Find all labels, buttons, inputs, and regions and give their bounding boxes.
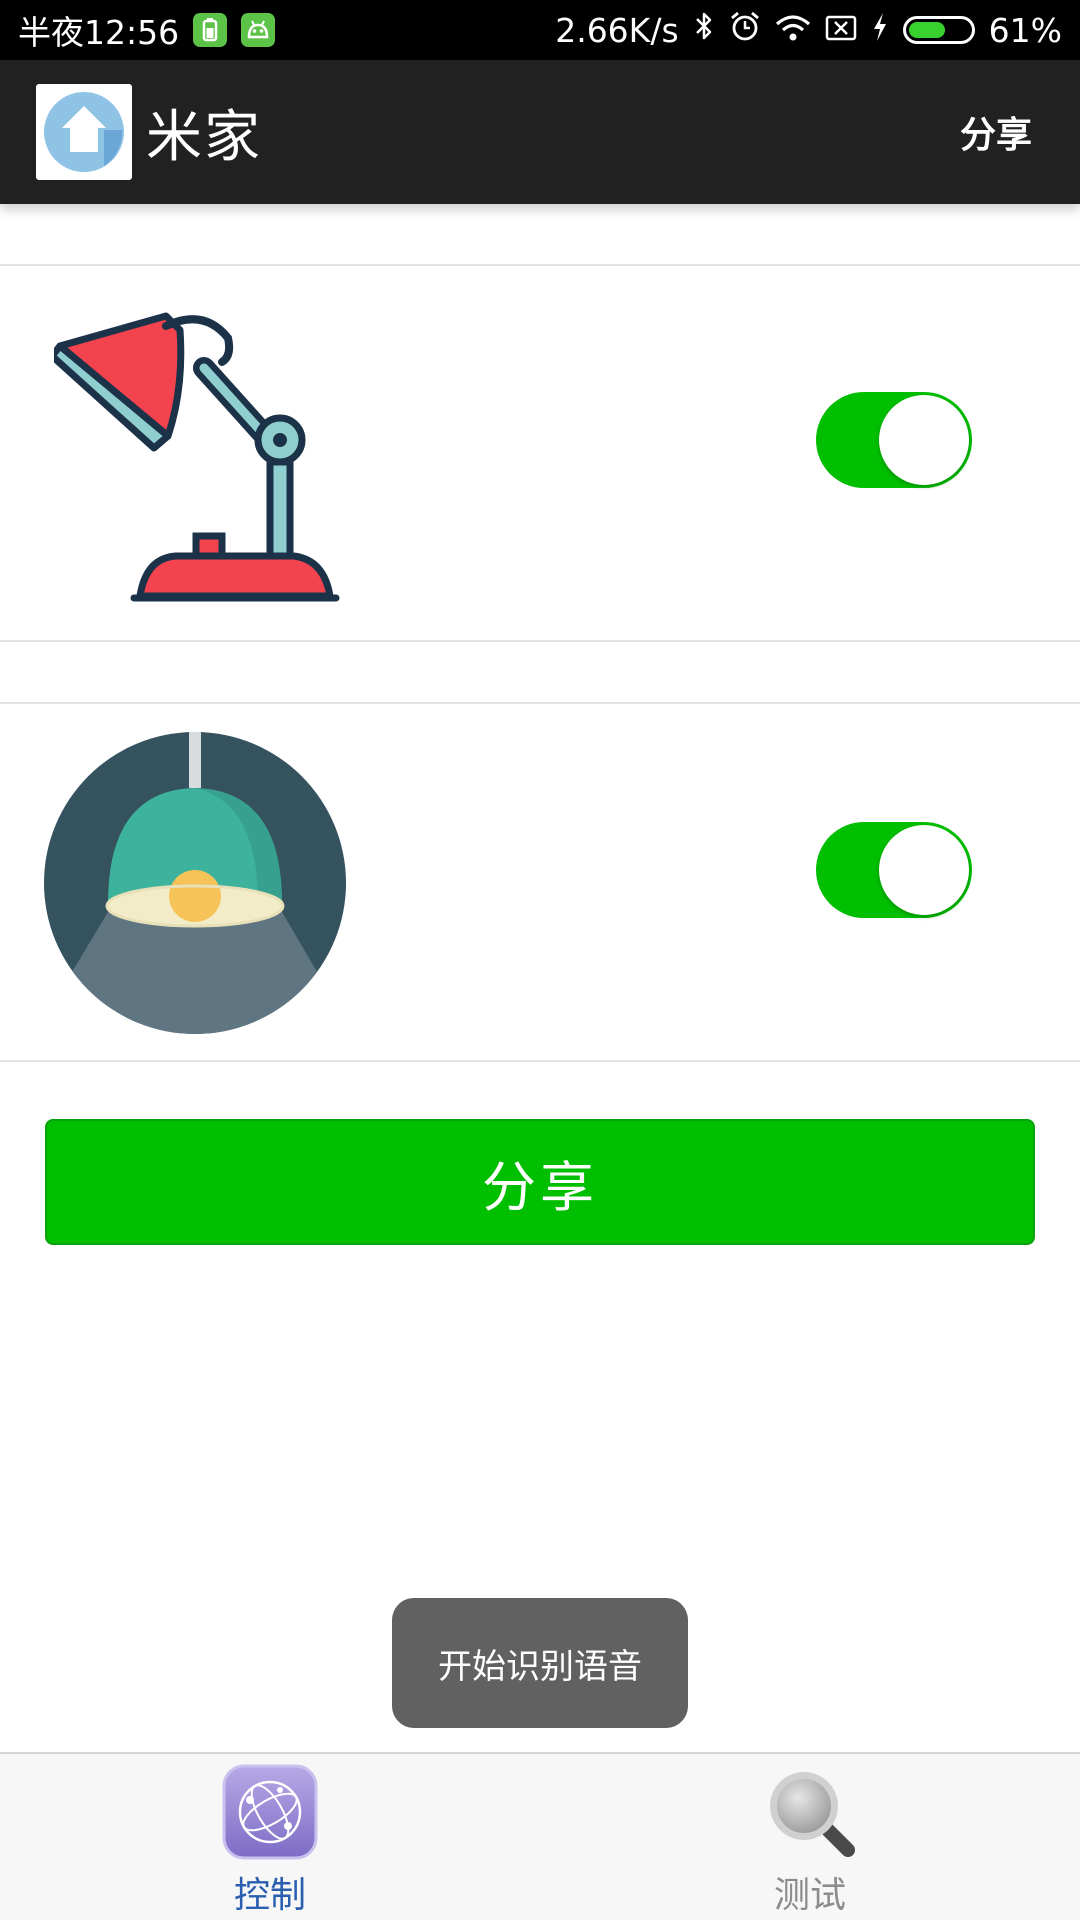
- desk-lamp-icon: [48, 308, 344, 604]
- desk-lamp-switch[interactable]: [816, 392, 972, 488]
- control-globe-icon: [222, 1764, 318, 1860]
- device-row-pendant-lamp: [0, 702, 1080, 1062]
- battery-app-icon: [193, 13, 228, 47]
- sim-off-icon: [825, 11, 857, 50]
- header-share-button[interactable]: 分享: [960, 106, 1032, 158]
- home-logo-icon: [36, 84, 132, 180]
- status-bar: 半夜12:56 2.66K/s 61%: [0, 0, 1080, 60]
- pendant-lamp-switch[interactable]: [816, 822, 972, 918]
- status-time: 半夜12:56: [18, 13, 180, 52]
- pendant-lamp-icon: [44, 732, 346, 1034]
- wifi-icon: [775, 11, 811, 50]
- switch-knob: [879, 825, 969, 915]
- battery-icon: [902, 16, 975, 44]
- app-bar: 米家 分享: [0, 60, 1080, 204]
- battery-level-fill: [908, 22, 946, 38]
- status-left: 半夜12:56: [18, 6, 276, 54]
- alarm-icon: [729, 10, 761, 50]
- app-title: 米家: [146, 104, 262, 170]
- bottom-nav: 控制 测试: [0, 1752, 1080, 1920]
- status-right: 2.66K/s 61%: [555, 10, 1062, 50]
- network-speed: 2.66K/s: [555, 10, 679, 50]
- charging-icon: [871, 11, 889, 50]
- nav-label-control: 控制: [233, 1875, 306, 1916]
- nav-item-test[interactable]: 测试: [540, 1754, 1080, 1920]
- bluetooth-icon: [693, 10, 715, 50]
- share-button[interactable]: 分享: [45, 1119, 1035, 1245]
- switch-knob: [879, 395, 969, 485]
- nav-item-control[interactable]: 控制: [0, 1754, 540, 1920]
- magnifier-icon: [762, 1764, 858, 1860]
- battery-percent: 61%: [988, 10, 1062, 50]
- toast-message: 开始识别语音: [392, 1598, 688, 1728]
- device-row-desk-lamp: [0, 264, 1080, 642]
- android-app-icon: [241, 13, 276, 47]
- nav-label-test: 测试: [773, 1875, 846, 1916]
